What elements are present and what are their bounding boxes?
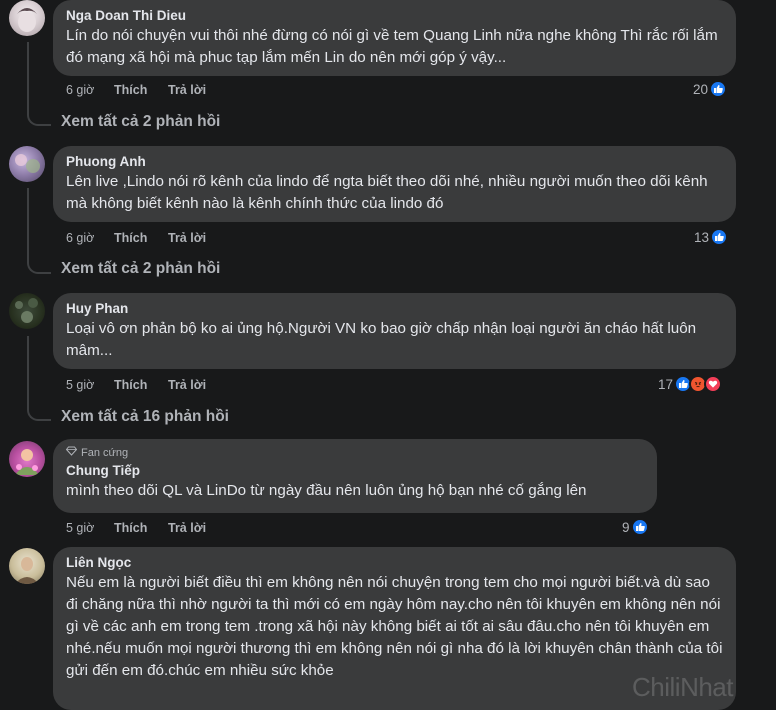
thumbs-up-icon bbox=[630, 518, 649, 536]
comment-actions: 5 giờ Thích Trả lời bbox=[66, 378, 206, 392]
reaction-summary[interactable]: 9 bbox=[622, 518, 649, 536]
comment-text: mình theo dõi QL và LinDo từ ngày đầu nê… bbox=[66, 482, 587, 499]
reaction-count: 17 bbox=[658, 376, 674, 392]
comment-text: Lên live ,Lindo nói rõ kênh của lindo để… bbox=[66, 173, 708, 212]
reply-button[interactable]: Trả lời bbox=[168, 378, 206, 392]
reaction-summary[interactable]: 17 bbox=[658, 375, 723, 393]
comment-author[interactable]: Phuong Anh bbox=[66, 153, 724, 171]
thumbs-up-icon bbox=[709, 80, 728, 98]
comment-actions: 6 giờ Thích Trả lời bbox=[66, 231, 206, 245]
comment-actions: 5 giờ Thích Trả lời bbox=[66, 521, 206, 535]
comment-time[interactable]: 5 giờ bbox=[66, 378, 114, 392]
comment-actions: 6 giờ Thích Trả lời bbox=[66, 83, 206, 97]
comment-time[interactable]: 6 giờ bbox=[66, 231, 114, 245]
reaction-count: 9 bbox=[622, 519, 630, 535]
reply-button[interactable]: Trả lời bbox=[168, 521, 206, 535]
comment-bubble: Fan cứng Chung Tiếp mình theo dõi QL và … bbox=[53, 439, 657, 513]
like-button[interactable]: Thích bbox=[114, 378, 168, 392]
like-button[interactable]: Thích bbox=[114, 83, 168, 97]
view-replies-link[interactable]: Xem tất cả 2 phản hồi bbox=[61, 260, 220, 278]
reaction-count: 13 bbox=[694, 229, 710, 245]
comment-bubble: Nga Doan Thi Dieu Lín do nói chuyện vui … bbox=[53, 0, 736, 76]
comment-author[interactable]: Liên Ngọc bbox=[66, 554, 724, 572]
reaction-summary[interactable]: 13 bbox=[694, 228, 729, 246]
heart-icon bbox=[704, 375, 723, 393]
view-replies-link[interactable]: Xem tất cả 16 phản hồi bbox=[61, 408, 229, 426]
watermark: ChiliNhat bbox=[632, 672, 734, 702]
badge-label: Fan cứng bbox=[81, 447, 129, 459]
comment-text: Nếu em là người biết điều thì em không n… bbox=[66, 574, 723, 679]
reply-button[interactable]: Trả lời bbox=[168, 83, 206, 97]
comment-bubble: Phuong Anh Lên live ,Lindo nói rõ kênh c… bbox=[53, 146, 736, 222]
like-button[interactable]: Thích bbox=[114, 521, 168, 535]
avatar[interactable] bbox=[9, 548, 45, 584]
reaction-summary[interactable]: 20 bbox=[693, 80, 728, 98]
reaction-count: 20 bbox=[693, 81, 709, 97]
comment-time[interactable]: 5 giờ bbox=[66, 521, 114, 535]
thumbs-up-icon bbox=[710, 228, 729, 246]
avatar[interactable] bbox=[9, 146, 45, 182]
comment-author[interactable]: Huy Phan bbox=[66, 300, 724, 318]
avatar[interactable] bbox=[9, 293, 45, 329]
reply-button[interactable]: Trả lời bbox=[168, 231, 206, 245]
comment-time[interactable]: 6 giờ bbox=[66, 83, 114, 97]
comment-author[interactable]: Chung Tiếp bbox=[66, 462, 645, 480]
comment-author[interactable]: Nga Doan Thi Dieu bbox=[66, 7, 724, 25]
comment-text: Loại vô ơn phản bộ ko ai ủng hộ.Người VN… bbox=[66, 320, 697, 359]
view-replies-link[interactable]: Xem tất cả 2 phản hồi bbox=[61, 113, 220, 131]
like-button[interactable]: Thích bbox=[114, 231, 168, 245]
diamond-icon bbox=[65, 446, 78, 460]
avatar[interactable] bbox=[9, 0, 45, 36]
comment-bubble: Huy Phan Loại vô ơn phản bộ ko ai ủng hộ… bbox=[53, 293, 736, 369]
comment-text: Lín do nói chuyện vui thôi nhé đừng có n… bbox=[66, 27, 718, 66]
avatar[interactable] bbox=[9, 441, 45, 477]
fan-badge[interactable]: Fan cứng bbox=[65, 446, 645, 460]
